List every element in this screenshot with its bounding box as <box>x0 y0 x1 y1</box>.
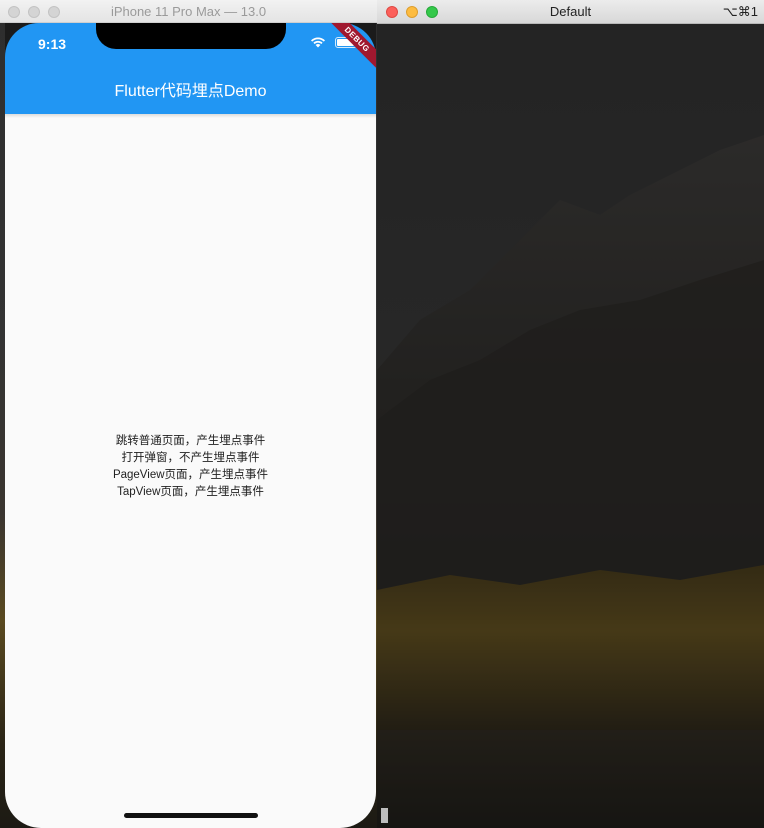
phone-screen: 9:13 DEBUG Flutter代码埋点Demo 跳转普通页面，产生埋点事件… <box>5 23 376 828</box>
simulator-window: iPhone 11 Pro Max — 13.0 9:13 DEBUG Flut… <box>0 0 377 828</box>
link-list: 跳转普通页面，产生埋点事件 打开弹窗，不产生埋点事件 PageView页面，产生… <box>5 433 376 501</box>
terminal-titlebar: Default ⌥⌘1 <box>377 0 764 24</box>
minimize-button[interactable] <box>406 6 418 18</box>
terminal-shortcut: ⌥⌘1 <box>722 4 758 19</box>
zoom-button[interactable] <box>48 6 60 18</box>
link-normal-page[interactable]: 跳转普通页面，产生埋点事件 <box>5 433 376 450</box>
app-bar-title: Flutter代码埋点Demo <box>114 83 267 100</box>
simulator-window-controls <box>8 6 60 18</box>
device-notch <box>96 23 286 49</box>
home-indicator[interactable] <box>124 813 258 818</box>
simulator-window-title: iPhone 11 Pro Max — 13.0 <box>110 4 267 19</box>
app-bar-shadow <box>5 114 376 118</box>
terminal-window-title: Default <box>549 4 592 19</box>
close-button[interactable] <box>8 6 20 18</box>
terminal-cursor <box>381 808 388 823</box>
close-button[interactable] <box>386 6 398 18</box>
link-pageview-page[interactable]: PageView页面，产生埋点事件 <box>5 467 376 484</box>
link-tapview-page[interactable]: TapView页面，产生埋点事件 <box>5 484 376 501</box>
simulator-titlebar: iPhone 11 Pro Max — 13.0 <box>0 0 377 23</box>
terminal-window: Default ⌥⌘1 <box>377 0 764 828</box>
terminal-window-controls <box>386 6 438 18</box>
zoom-button[interactable] <box>426 6 438 18</box>
wifi-icon <box>311 37 325 48</box>
status-bar-time: 9:13 <box>38 36 67 52</box>
app-bar: 9:13 DEBUG Flutter代码埋点Demo <box>5 23 376 114</box>
link-open-dialog[interactable]: 打开弹窗，不产生埋点事件 <box>5 450 376 467</box>
minimize-button[interactable] <box>28 6 40 18</box>
